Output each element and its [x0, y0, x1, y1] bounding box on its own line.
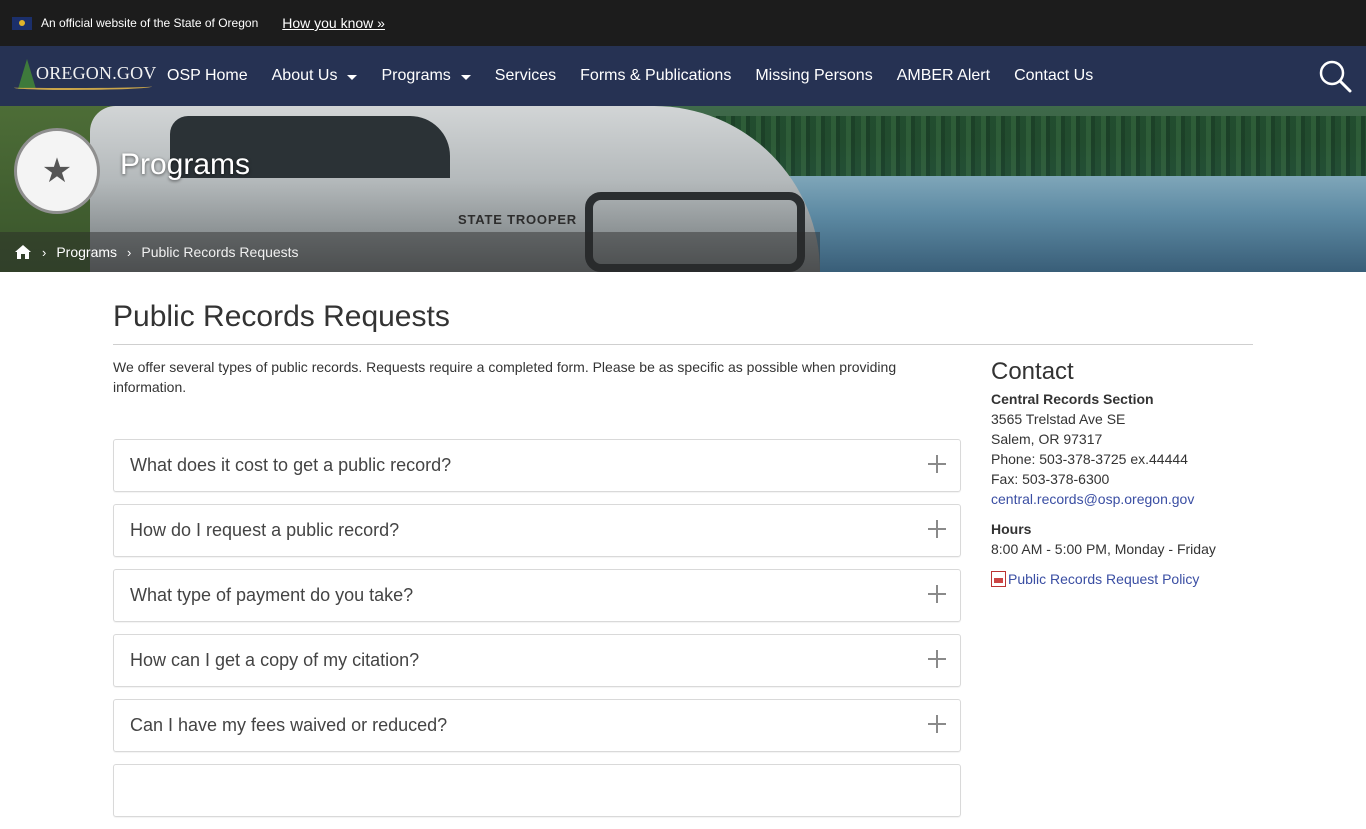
- search-icon[interactable]: [1318, 59, 1352, 93]
- plus-icon: [928, 650, 946, 668]
- policy-link-row[interactable]: Public Records Request Policy: [991, 569, 1253, 589]
- nav-menu: OSP Home About Us Programs Services Form…: [167, 67, 1117, 85]
- contact-org: Central Records Section: [991, 391, 1154, 407]
- chevron-right-icon: ›: [42, 244, 47, 260]
- nav-label: Missing Persons: [755, 67, 873, 84]
- logo-text: OREGON.GOV: [36, 63, 157, 83]
- contact-fax: Fax: 503-378-6300: [991, 471, 1110, 487]
- contact-email-link[interactable]: central.records@osp.oregon.gov: [991, 489, 1253, 509]
- contact-phone: Phone: 503-378-3725 ex.44444: [991, 451, 1188, 467]
- nav-label: OSP Home: [167, 67, 248, 84]
- contact-address-line2: Salem, OR 97317: [991, 431, 1103, 447]
- caret-down-icon: [347, 74, 358, 80]
- nav-label: Programs: [381, 67, 451, 84]
- nav-contact-us[interactable]: Contact Us: [1014, 67, 1093, 85]
- pdf-icon: [991, 571, 1006, 587]
- breadcrumb-programs-link[interactable]: Programs: [56, 244, 117, 260]
- nav-programs[interactable]: Programs: [381, 67, 471, 85]
- plus-icon: [928, 520, 946, 538]
- faq-question: What does it cost to get a public record…: [130, 455, 452, 475]
- nav-label: Services: [494, 67, 557, 84]
- faq-question: How can I get a copy of my citation?: [130, 650, 420, 670]
- how-you-know-link[interactable]: How you know »: [282, 15, 385, 31]
- hours-text: 8:00 AM - 5:00 PM, Monday - Friday: [991, 541, 1216, 557]
- intro-text: We offer several types of public records…: [113, 359, 897, 395]
- nav-label: Forms & Publications: [580, 67, 732, 84]
- truck-door-text: STATE TROOPER: [458, 212, 577, 227]
- official-banner: An official website of the State of Oreg…: [0, 0, 1366, 46]
- oregon-flag-icon: [12, 16, 32, 30]
- nav-forms-publications[interactable]: Forms & Publications: [580, 67, 731, 85]
- hours-title: Hours: [991, 521, 1032, 537]
- chevron-right-icon: ›: [127, 244, 132, 260]
- breadcrumb: › Programs › Public Records Requests: [0, 232, 820, 272]
- main-navbar: OREGON.GOV OSP Home About Us Programs Se…: [0, 46, 1366, 106]
- faq-question: Can I have my fees waived or reduced?: [130, 715, 448, 735]
- osp-badge-logo: ★: [14, 128, 100, 214]
- caret-down-icon: [460, 74, 471, 80]
- hero-lake: [780, 176, 1366, 272]
- logo-swoosh: [14, 84, 152, 90]
- page-content: Public Records Requests We offer several…: [113, 272, 1253, 829]
- contact-address-line1: 3565 Trelstad Ave SE: [991, 411, 1126, 427]
- home-icon[interactable]: [14, 244, 32, 260]
- star-icon: ★: [41, 152, 73, 190]
- faq-fee-waiver[interactable]: Can I have my fees waived or reduced?: [113, 699, 961, 752]
- hero-banner: STATE TROOPER ★ Programs › Programs › Pu…: [0, 106, 1366, 272]
- oregon-gov-logo[interactable]: OREGON.GOV: [12, 52, 157, 100]
- faq-citation-copy[interactable]: How can I get a copy of my citation?: [113, 634, 961, 687]
- plus-icon: [928, 585, 946, 603]
- official-site-text: An official website of the State of Oreg…: [41, 16, 259, 30]
- content-row: We offer several types of public records…: [113, 357, 1253, 829]
- faq-cost[interactable]: What does it cost to get a public record…: [113, 439, 961, 492]
- nav-label: Contact Us: [1014, 67, 1094, 84]
- main-column: We offer several types of public records…: [113, 357, 961, 829]
- faq-question: What type of payment do you take?: [130, 585, 414, 605]
- faq-question: How do I request a public record?: [130, 520, 400, 540]
- nav-label: AMBER Alert: [896, 67, 991, 84]
- nav-about-us[interactable]: About Us: [272, 67, 358, 85]
- nav-missing-persons[interactable]: Missing Persons: [755, 67, 872, 85]
- breadcrumb-current: Public Records Requests: [141, 244, 299, 260]
- contact-title: Contact: [991, 358, 1074, 385]
- contact-sidebar: Contact Central Records Section 3565 Tre…: [991, 357, 1253, 829]
- hero-title: Programs: [120, 148, 251, 181]
- plus-icon: [928, 715, 946, 733]
- policy-link[interactable]: Public Records Request Policy: [1008, 569, 1199, 589]
- nav-label: About Us: [271, 67, 338, 84]
- nav-amber-alert[interactable]: AMBER Alert: [897, 67, 990, 85]
- page-title: Public Records Requests: [113, 272, 1253, 345]
- plus-icon: [928, 455, 946, 473]
- faq-payment-types[interactable]: What type of payment do you take?: [113, 569, 961, 622]
- faq-how-to-request[interactable]: How do I request a public record?: [113, 504, 961, 557]
- faq-next-item[interactable]: [113, 764, 961, 817]
- nav-services[interactable]: Services: [495, 67, 556, 85]
- nav-osp-home[interactable]: OSP Home: [167, 67, 248, 85]
